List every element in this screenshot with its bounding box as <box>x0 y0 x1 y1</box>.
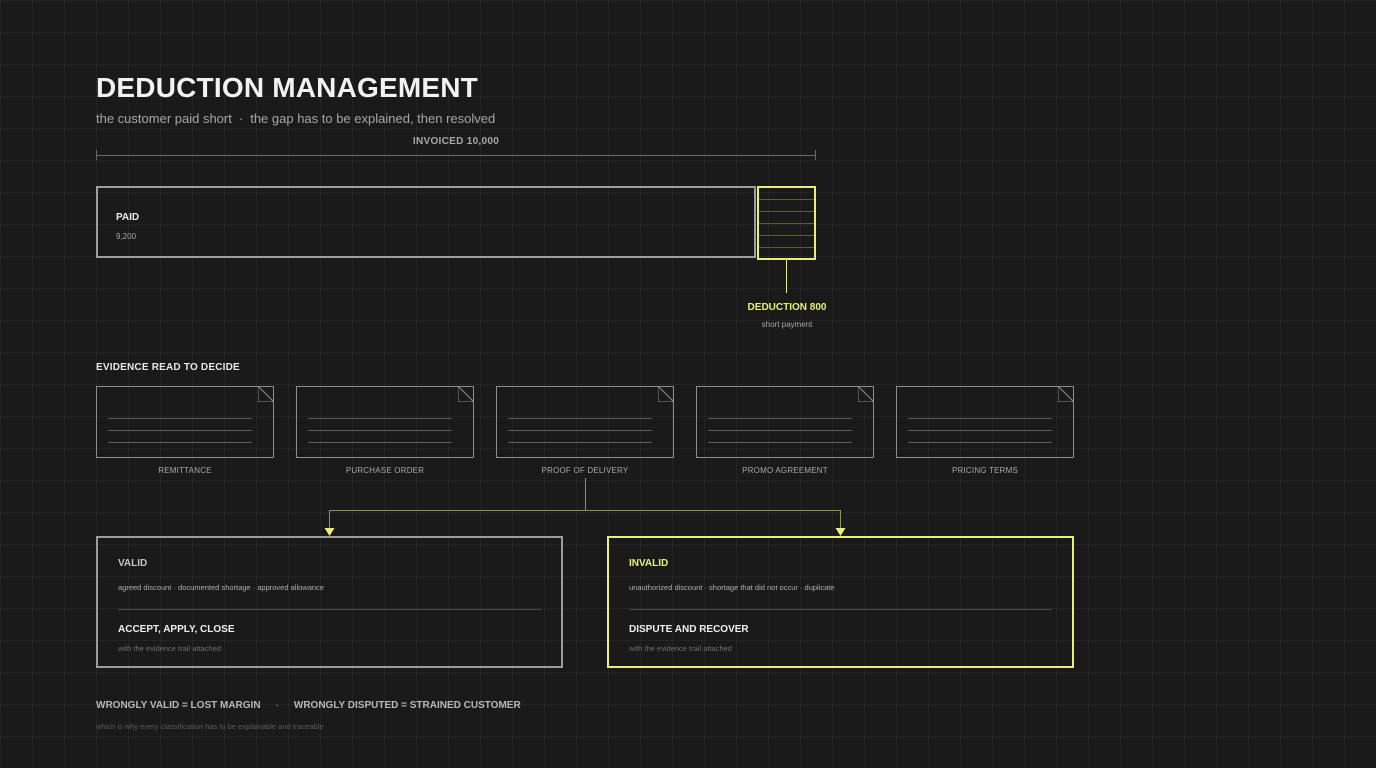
page-fold-icon <box>258 386 274 402</box>
document-line <box>308 442 452 443</box>
paid-bar <box>96 186 756 258</box>
footer-note: which is why every classification has to… <box>96 722 324 731</box>
invoiced-span-line <box>96 155 816 156</box>
document-label-proof-of-delivery: PROOF OF DELIVERY <box>541 466 629 475</box>
document-line <box>108 418 252 419</box>
footer-tradeoff: WRONGLY VALID = LOST MARGIN · WRONGLY DISP… <box>96 700 521 711</box>
arrow-down-icon <box>324 528 335 536</box>
document-line <box>708 418 852 419</box>
document-remittance <box>96 386 274 458</box>
invalid-examples: unauthorized discount · shortage that di… <box>629 583 835 592</box>
valid-action: ACCEPT, APPLY, CLOSE <box>118 624 235 635</box>
document-label-pricing-terms: PRICING TERMS <box>951 466 1018 475</box>
invoiced-label: INVOICED 10,000 <box>412 136 500 147</box>
invoiced-span-tick-end <box>815 150 816 160</box>
document-line <box>708 442 852 443</box>
footer-left: WRONGLY VALID = LOST MARGIN <box>96 700 261 711</box>
page-fold-icon <box>1058 386 1074 402</box>
valid-note: with the evidence trail attached <box>118 644 221 653</box>
document-pricing-terms <box>896 386 1074 458</box>
valid-outcome-box: VALID agreed discount · documented short… <box>96 536 563 668</box>
deduction-sublabel: short payment <box>761 320 813 329</box>
document-line <box>708 430 852 431</box>
page-fold-icon <box>858 386 874 402</box>
paid-value: 9,200 <box>116 232 137 241</box>
document-line <box>508 418 652 419</box>
invalid-note: with the evidence trail attached <box>629 644 732 653</box>
document-promo-agreement <box>696 386 874 458</box>
document-purchase-order <box>296 386 474 458</box>
document-label-purchase-order: PURCHASE ORDER <box>345 466 425 475</box>
document-label-remittance: REMITTANCE <box>158 466 212 475</box>
subtitle-separator: · <box>238 111 244 126</box>
subtitle-part-2: the gap has to be explained, then resolv… <box>250 111 496 126</box>
invoiced-span-tick-start <box>96 150 97 160</box>
divider <box>118 609 541 610</box>
deduction-bar <box>757 186 816 260</box>
document-line <box>908 442 1052 443</box>
invalid-title: INVALID <box>629 558 669 569</box>
document-line <box>908 430 1052 431</box>
valid-examples: agreed discount · documented shortage · … <box>118 583 324 592</box>
subtitle: the customer paid short · the gap has to b… <box>96 111 495 127</box>
invalid-action: DISPUTE AND RECOVER <box>629 624 749 635</box>
page-title: DEDUCTION MANAGEMENT <box>96 72 478 103</box>
deduction-callout-line <box>786 260 787 293</box>
connector-stem <box>329 478 841 528</box>
footer-right: WRONGLY DISPUTED = STRAINED CUSTOMER <box>293 700 521 711</box>
paid-label: PAID <box>116 212 140 223</box>
subtitle-part-1: the customer paid short <box>96 111 232 126</box>
document-line <box>908 418 1052 419</box>
document-line <box>508 430 652 431</box>
evidence-heading: EVIDENCE READ TO DECIDE <box>96 362 240 373</box>
document-line <box>308 418 452 419</box>
valid-title: VALID <box>118 558 148 569</box>
document-proof-of-delivery <box>496 386 674 458</box>
page-fold-icon <box>458 386 474 402</box>
document-line <box>308 430 452 431</box>
document-line <box>508 442 652 443</box>
document-label-promo-agreement: PROMO AGREEMENT <box>742 466 828 475</box>
document-line <box>108 430 252 431</box>
arrow-down-icon <box>835 528 846 536</box>
footer-separator: · <box>275 700 279 711</box>
divider <box>629 609 1052 610</box>
invalid-outcome-box: INVALID unauthorized discount · shortage… <box>607 536 1074 668</box>
document-line <box>108 442 252 443</box>
page-fold-icon <box>658 386 674 402</box>
deduction-label: DEDUCTION 800 <box>747 302 827 313</box>
